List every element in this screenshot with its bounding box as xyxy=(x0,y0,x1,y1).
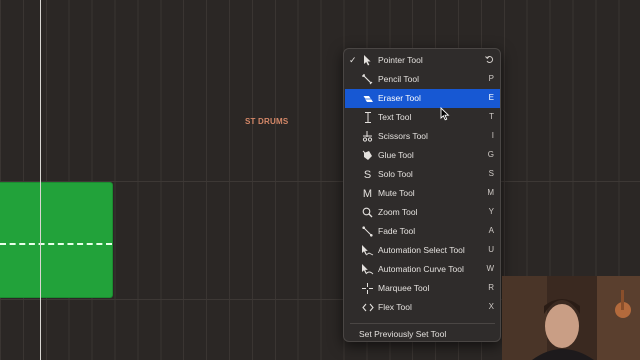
menu-item-marquee-tool[interactable]: Marquee Tool R xyxy=(345,279,500,298)
scissors-icon xyxy=(361,130,374,143)
shortcut-key: W xyxy=(486,264,494,273)
zoom-icon xyxy=(361,206,374,219)
menu-item-label: Pencil Tool xyxy=(378,74,419,84)
menu-item-mute-tool[interactable]: M Mute Tool M xyxy=(345,184,500,203)
menu-item-scissors-tool[interactable]: Scissors Tool I xyxy=(345,127,500,146)
menu-item-pencil-tool[interactable]: Pencil Tool P xyxy=(345,70,500,89)
menu-item-label: Solo Tool xyxy=(378,169,413,179)
checkmark-icon: ✓ xyxy=(349,55,357,65)
shortcut-key: G xyxy=(487,150,494,159)
menu-item-label: Glue Tool xyxy=(378,150,414,160)
text-cursor-icon xyxy=(361,111,374,124)
menu-item-solo-tool[interactable]: S Solo Tool S xyxy=(345,165,500,184)
solo-icon: S xyxy=(363,168,372,181)
tool-menu: ✓ Pointer Tool Pencil Tool P Eraser Tool… xyxy=(343,48,501,342)
shortcut-key: X xyxy=(488,302,494,311)
menu-item-set-previously-set-tool[interactable]: Set Previously Set Tool xyxy=(345,327,500,343)
pencil-icon xyxy=(361,73,374,86)
shortcut-key: P xyxy=(488,74,494,83)
fade-icon xyxy=(361,225,374,238)
automation-curve-icon xyxy=(361,263,374,276)
automation-select-icon xyxy=(361,244,374,257)
shortcut-key: A xyxy=(488,226,494,235)
menu-item-label: Set Previously Set Tool xyxy=(359,329,447,339)
mouse-cursor-icon xyxy=(440,106,450,121)
menu-item-label: Eraser Tool xyxy=(378,93,421,103)
menu-item-automation-select-tool[interactable]: Automation Select Tool U xyxy=(345,241,500,260)
shortcut-key: R xyxy=(488,283,494,292)
menu-item-label: Mute Tool xyxy=(378,188,415,198)
menu-item-label: Automation Curve Tool xyxy=(378,264,464,274)
menu-item-label: Flex Tool xyxy=(378,302,412,312)
playhead[interactable] xyxy=(40,0,41,360)
menu-item-flex-tool[interactable]: Flex Tool X xyxy=(345,298,500,317)
shortcut-key: M xyxy=(487,188,494,197)
audio-region[interactable] xyxy=(0,182,113,298)
menu-item-label: Automation Select Tool xyxy=(378,245,465,255)
menu-item-label: Scissors Tool xyxy=(378,131,428,141)
menu-item-zoom-tool[interactable]: Zoom Tool Y xyxy=(345,203,500,222)
menu-item-pointer-tool[interactable]: ✓ Pointer Tool xyxy=(345,51,500,70)
glue-icon xyxy=(361,149,374,162)
menu-separator xyxy=(350,323,495,324)
menu-item-label: Text Tool xyxy=(378,112,412,122)
shortcut-key: S xyxy=(488,169,494,178)
flex-icon xyxy=(361,301,374,314)
region-dashed-line xyxy=(0,243,112,245)
menu-item-label: Zoom Tool xyxy=(378,207,418,217)
menu-item-text-tool[interactable]: Text Tool T xyxy=(345,108,500,127)
shortcut-key: U xyxy=(488,245,494,254)
shortcut-key: E xyxy=(488,93,494,102)
marquee-crosshair-icon xyxy=(361,282,374,295)
menu-item-label: Fade Tool xyxy=(378,226,416,236)
track-name-label: ST DRUMS xyxy=(245,117,289,126)
menu-item-glue-tool[interactable]: Glue Tool G xyxy=(345,146,500,165)
eraser-icon xyxy=(361,92,374,105)
shortcut-key: I xyxy=(491,131,494,140)
undo-shortcut-icon xyxy=(485,55,494,66)
arrow-pointer-icon xyxy=(361,54,374,67)
menu-item-label: Marquee Tool xyxy=(378,283,430,293)
shortcut-key: T xyxy=(489,112,494,121)
menu-item-automation-curve-tool[interactable]: Automation Curve Tool W xyxy=(345,260,500,279)
webcam-overlay xyxy=(502,276,640,360)
menu-item-fade-tool[interactable]: Fade Tool A xyxy=(345,222,500,241)
mute-icon: M xyxy=(362,187,373,200)
menu-item-label: Pointer Tool xyxy=(378,55,423,65)
menu-item-eraser-tool[interactable]: Eraser Tool E xyxy=(345,89,500,108)
shortcut-key: Y xyxy=(488,207,494,216)
